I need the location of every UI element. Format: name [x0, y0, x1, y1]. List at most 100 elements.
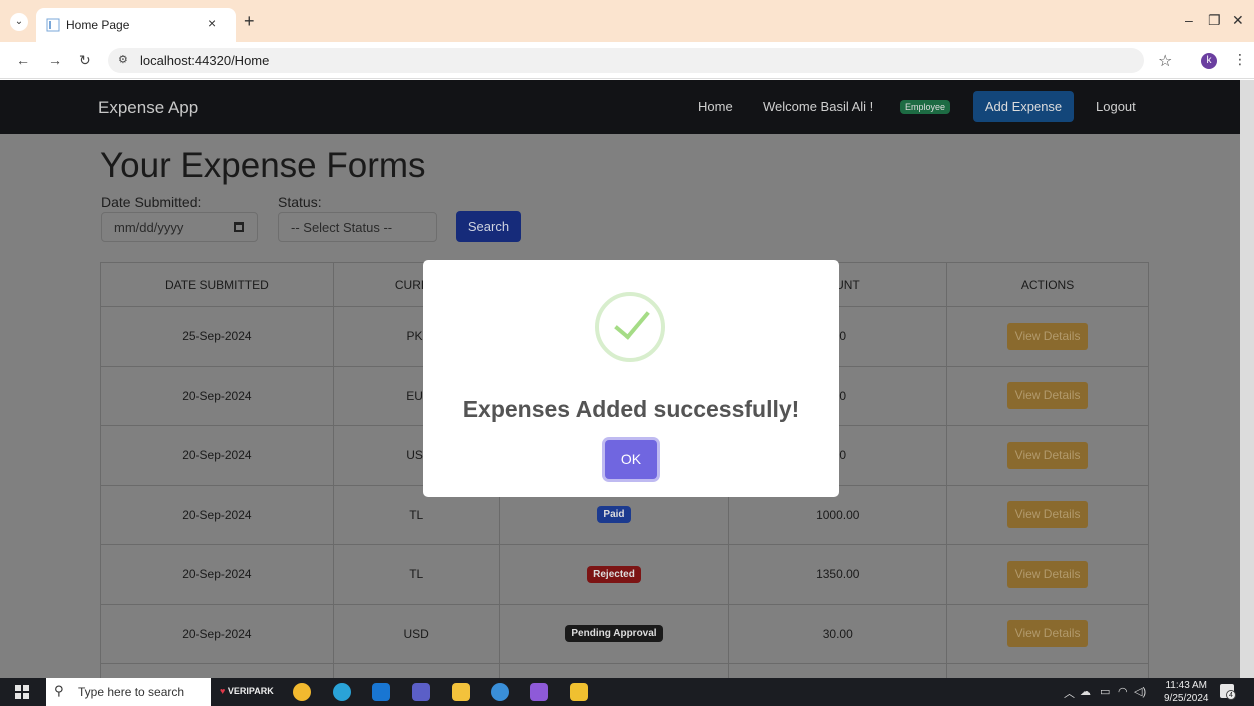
- page-favicon-icon: [46, 18, 60, 32]
- edge-icon[interactable]: [333, 683, 351, 701]
- visual-studio-icon[interactable]: [530, 683, 548, 701]
- cell-currency: USD: [332, 603, 500, 664]
- restore-icon[interactable]: ❐: [1208, 12, 1221, 29]
- view-details-button[interactable]: View Details: [1007, 560, 1089, 588]
- battery-icon[interactable]: ▭: [1100, 685, 1110, 698]
- cell-status: Pending Approval: [498, 603, 730, 664]
- taskbar-search-placeholder: Type here to search: [78, 685, 185, 699]
- search-icon: ⚲: [54, 683, 64, 698]
- cell-actions: View Details: [946, 544, 1149, 605]
- cell-date: 25-Sep-2024: [100, 306, 334, 367]
- new-tab-button[interactable]: +: [244, 12, 255, 30]
- page-title: Your Expense Forms: [100, 146, 426, 185]
- browser-tab-bar: ⌄ Home Page × + – ❐ ✕: [0, 0, 1254, 42]
- cell-actions: View Details: [946, 365, 1149, 426]
- tab-close-icon[interactable]: ×: [208, 15, 216, 31]
- omnibox[interactable]: ⚙ localhost:44320/Home: [108, 48, 1144, 73]
- table-row: [100, 663, 1149, 678]
- veripark-label: VERIPARK: [227, 686, 274, 696]
- nav-home-link[interactable]: Home: [698, 99, 733, 114]
- table-row: 20-Sep-2024 TL Rejected 1350.00 View Det…: [100, 544, 1149, 605]
- address-bar-row: ← → ↻ ⚙ localhost:44320/Home ☆ k ⋮: [0, 42, 1254, 79]
- bookmark-star-icon[interactable]: ☆: [1158, 51, 1172, 71]
- header-date-submitted: DATE SUBMITTED: [100, 262, 334, 307]
- cell-status: Rejected: [498, 544, 730, 605]
- search-button[interactable]: Search: [456, 211, 521, 242]
- notification-count: 4: [1226, 690, 1236, 700]
- success-check-icon: [595, 292, 665, 362]
- minimize-icon[interactable]: –: [1185, 12, 1193, 28]
- tab-title: Home Page: [66, 18, 130, 32]
- page-scrollbar[interactable]: [1240, 80, 1254, 678]
- tab-search-dropdown-icon[interactable]: ⌄: [10, 13, 28, 31]
- cell-actions: View Details: [946, 484, 1149, 545]
- cell-date: 20-Sep-2024: [100, 425, 334, 486]
- clock-time: 11:43 AM: [1165, 680, 1207, 691]
- windows-taskbar: ⚲ Type here to search ♥ VERIPARK ︿ ☁ ▭ ◠…: [0, 678, 1254, 706]
- url-text[interactable]: localhost:44320/Home: [140, 53, 269, 68]
- date-filter-label: Date Submitted:: [101, 194, 202, 210]
- view-details-button[interactable]: View Details: [1007, 501, 1089, 529]
- clock-date: 9/25/2024: [1164, 693, 1209, 704]
- teams-icon[interactable]: [412, 683, 430, 701]
- cell-actions: [946, 663, 1149, 678]
- logout-link[interactable]: Logout: [1096, 99, 1136, 114]
- ok-button[interactable]: OK: [605, 440, 657, 479]
- chrome-icon[interactable]: [293, 683, 311, 701]
- cell-actions: View Details: [946, 603, 1149, 664]
- cell-actions: View Details: [946, 425, 1149, 486]
- cell-status: [498, 663, 730, 678]
- cell-date: 20-Sep-2024: [100, 603, 334, 664]
- volume-icon[interactable]: ◁): [1134, 685, 1146, 698]
- status-badge: Pending Approval: [565, 625, 663, 643]
- calendar-icon[interactable]: [234, 222, 244, 232]
- cell-date: 20-Sep-2024: [100, 365, 334, 426]
- role-badge: Employee: [900, 100, 951, 114]
- cell-currency: [332, 663, 500, 678]
- add-expense-button[interactable]: Add Expense: [973, 91, 1074, 122]
- header-actions: ACTIONS: [946, 262, 1149, 307]
- snipping-tool-icon[interactable]: [570, 683, 588, 701]
- window-close-icon[interactable]: ✕: [1232, 12, 1244, 29]
- notification-center-icon[interactable]: 4: [1220, 684, 1236, 700]
- date-submitted-input[interactable]: mm/dd/yyyy: [101, 212, 258, 242]
- chrome-profile-icon[interactable]: [491, 683, 509, 701]
- browser-tab[interactable]: Home Page ×: [36, 8, 236, 42]
- taskbar-search-box[interactable]: ⚲ Type here to search: [46, 678, 211, 706]
- view-details-button[interactable]: View Details: [1007, 620, 1089, 648]
- tray-chevron-icon[interactable]: ︿: [1064, 685, 1075, 701]
- veripark-app[interactable]: ♥ VERIPARK: [220, 686, 274, 696]
- modal-title: Expenses Added successfully!: [462, 396, 800, 422]
- view-details-button[interactable]: View Details: [1007, 322, 1089, 350]
- taskbar-clock[interactable]: 11:43 AM 9/25/2024: [1164, 679, 1209, 705]
- reload-icon[interactable]: ↻: [79, 52, 91, 69]
- file-explorer-icon[interactable]: [452, 683, 470, 701]
- site-info-icon[interactable]: ⚙: [118, 53, 128, 66]
- cell-amount: 1350.00: [728, 544, 948, 605]
- cell-date: [100, 663, 334, 678]
- cell-actions: View Details: [946, 306, 1149, 367]
- view-details-button[interactable]: View Details: [1007, 441, 1089, 469]
- cell-amount: 30.00: [728, 603, 948, 664]
- status-badge: Rejected: [587, 565, 641, 583]
- table-row: 20-Sep-2024 USD Pending Approval 30.00 V…: [100, 603, 1149, 664]
- cell-currency: TL: [332, 544, 500, 605]
- cell-amount: [728, 663, 948, 678]
- browser-menu-icon[interactable]: ⋮: [1233, 51, 1247, 68]
- status-select[interactable]: -- Select Status --: [278, 212, 437, 242]
- windows-start-icon[interactable]: [15, 685, 29, 699]
- outlook-icon[interactable]: [372, 683, 390, 701]
- wifi-icon[interactable]: ◠: [1118, 685, 1128, 698]
- onedrive-icon[interactable]: ☁: [1080, 685, 1091, 698]
- app-brand[interactable]: Expense App: [98, 98, 198, 118]
- cell-date: 20-Sep-2024: [100, 484, 334, 545]
- welcome-text: Welcome Basil Ali !: [763, 99, 874, 114]
- back-icon[interactable]: ←: [16, 52, 30, 68]
- status-badge: Paid: [597, 506, 631, 524]
- app-navbar: Expense App Home Welcome Basil Ali ! Emp…: [0, 80, 1240, 134]
- forward-icon[interactable]: →: [48, 52, 62, 68]
- check-mark: [614, 302, 650, 340]
- profile-avatar[interactable]: k: [1201, 53, 1217, 69]
- view-details-button[interactable]: View Details: [1007, 382, 1089, 410]
- status-filter-label: Status:: [278, 194, 322, 210]
